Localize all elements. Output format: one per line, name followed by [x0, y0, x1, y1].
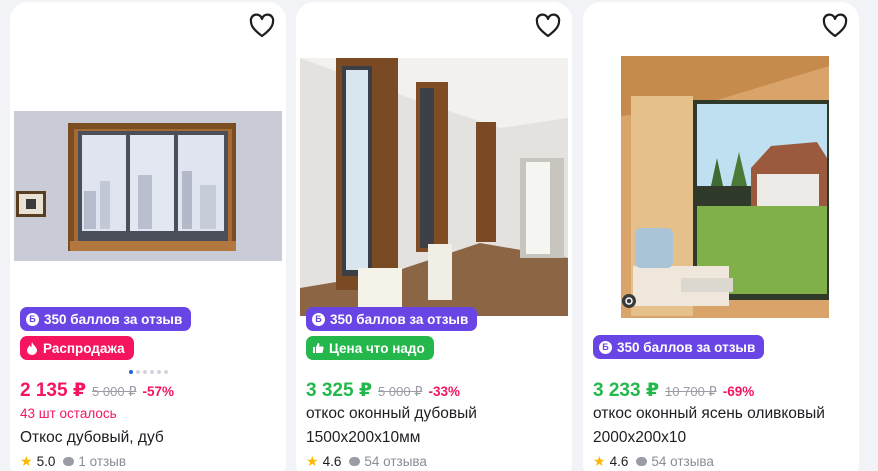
discount: -33% [428, 384, 460, 399]
points-b-icon: Б [599, 340, 612, 354]
rating: ★ 5.0 1 отзыв [20, 453, 127, 469]
price-row: 3 233 ₽ 10 700 ₽ -69% [593, 379, 754, 402]
image-pager[interactable] [10, 370, 286, 374]
star-icon: ★ [20, 453, 33, 469]
sale-badge: Распродажа [20, 336, 134, 360]
image-3d-icon[interactable] [621, 293, 637, 309]
stock-left: 43 шт осталось [20, 406, 117, 421]
points-badge: Б 350 баллов за отзыв [20, 307, 192, 331]
star-icon: ★ [593, 453, 606, 469]
price-row: 2 135 ₽ 5 000 ₽ -57% [20, 379, 174, 402]
price-badge: Цена что надо [306, 336, 434, 360]
flame-icon [27, 341, 37, 355]
comment-icon [349, 457, 361, 466]
product-card[interactable]: Б 350 баллов за отзыв Цена что надо 3 32… [296, 2, 572, 471]
product-title[interactable]: Откос дубовый, дуб [20, 426, 280, 450]
product-grid: Б 350 баллов за отзыв Распродажа 2 135 ₽… [0, 0, 878, 471]
product-image[interactable] [621, 56, 829, 318]
heart-icon[interactable] [248, 12, 276, 40]
product-title[interactable]: откос оконный ясень оливковый 2000x200x1… [593, 402, 853, 450]
product-card[interactable]: Б 350 баллов за отзыв 3 233 ₽ 10 700 ₽ -… [583, 2, 859, 471]
product-card[interactable]: Б 350 баллов за отзыв Распродажа 2 135 ₽… [10, 2, 286, 471]
heart-icon[interactable] [821, 12, 849, 40]
points-badge: Б 350 баллов за отзыв [593, 335, 765, 359]
points-badge: Б 350 баллов за отзыв [306, 307, 478, 331]
old-price: 5 000 ₽ [92, 384, 137, 399]
price: 2 135 ₽ [20, 380, 87, 401]
reviews-link[interactable]: 1 отзыв [63, 454, 126, 469]
price: 3 325 ₽ [306, 380, 373, 401]
thumbs-up-icon [313, 343, 324, 353]
price-row: 3 325 ₽ 5 000 ₽ -33% [306, 379, 460, 402]
reviews-link[interactable]: 54 отзыва [636, 454, 714, 469]
price: 3 233 ₽ [593, 380, 660, 401]
star-icon: ★ [306, 453, 319, 469]
discount: -57% [142, 384, 174, 399]
product-image[interactable] [14, 111, 282, 261]
comment-icon [636, 457, 648, 466]
points-b-icon: Б [26, 312, 39, 326]
points-b-icon: Б [312, 312, 325, 326]
old-price: 5 000 ₽ [378, 384, 423, 399]
reviews-link[interactable]: 54 отзыва [349, 454, 427, 469]
rating: ★ 4.6 54 отзыва [593, 453, 714, 469]
old-price: 10 700 ₽ [665, 384, 717, 399]
rating: ★ 4.6 54 отзыва [306, 453, 427, 469]
comment-icon [63, 457, 75, 466]
product-title[interactable]: откос оконный дубовый 1500x200x10мм [306, 402, 566, 450]
product-image[interactable] [300, 58, 568, 316]
discount: -69% [722, 384, 755, 399]
heart-icon[interactable] [534, 12, 562, 40]
